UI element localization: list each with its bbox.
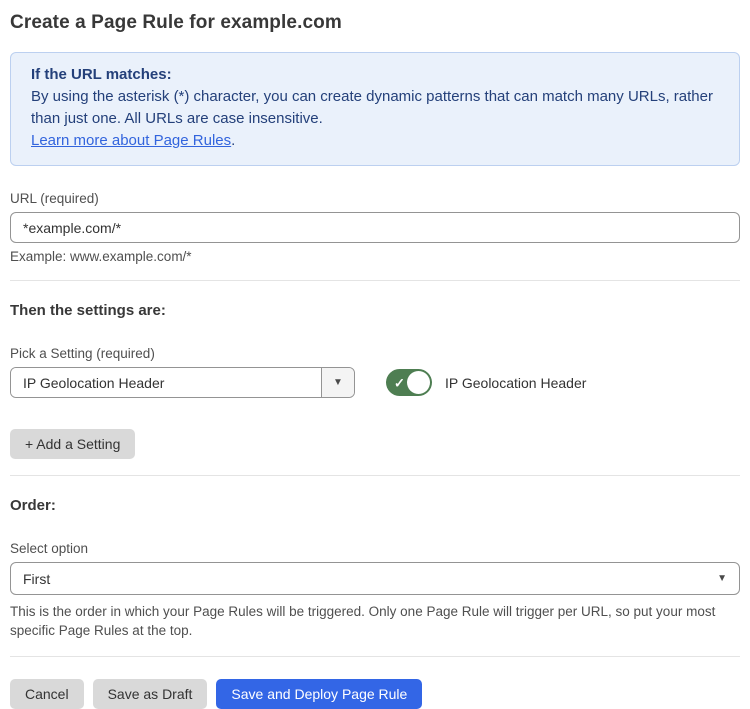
- learn-more-link[interactable]: Learn more about Page Rules: [31, 132, 231, 149]
- url-match-info-box: If the URL matches: By using the asteris…: [10, 52, 740, 166]
- info-box-heading: If the URL matches:: [31, 64, 719, 86]
- info-box-body: By using the asterisk (*) character, you…: [31, 86, 719, 130]
- footer-actions: Cancel Save as Draft Save and Deploy Pag…: [10, 679, 740, 709]
- settings-section-heading: Then the settings are:: [10, 302, 740, 319]
- toggle-group: ✓ IP Geolocation Header: [386, 369, 586, 396]
- save-and-deploy-button[interactable]: Save and Deploy Page Rule: [216, 679, 422, 709]
- chevron-down-icon: ▼: [333, 378, 343, 388]
- page-title: Create a Page Rule for example.com: [10, 12, 740, 34]
- add-setting-button[interactable]: + Add a Setting: [10, 429, 135, 459]
- link-suffix-period: .: [231, 132, 235, 149]
- check-icon: ✓: [394, 376, 405, 389]
- order-section-heading: Order:: [10, 497, 740, 514]
- order-select-value: First: [23, 571, 50, 587]
- url-example-help: Example: www.example.com/*: [10, 249, 740, 264]
- page-rule-form: Create a Page Rule for example.com If th…: [0, 0, 750, 709]
- footer-divider: [10, 656, 740, 657]
- order-help-text: This is the order in which your Page Rul…: [10, 602, 730, 640]
- section-divider: [10, 475, 740, 476]
- ip-geolocation-toggle[interactable]: ✓: [386, 369, 432, 396]
- save-as-draft-button[interactable]: Save as Draft: [93, 679, 208, 709]
- order-select-label: Select option: [10, 541, 740, 556]
- toggle-knob: [407, 371, 430, 394]
- section-divider: [10, 280, 740, 281]
- setting-row: IP Geolocation Header ▼ ✓ IP Geolocation…: [10, 367, 740, 398]
- setting-select[interactable]: IP Geolocation Header ▼: [10, 367, 355, 398]
- url-input[interactable]: [10, 212, 740, 243]
- info-box-link-line: Learn more about Page Rules.: [31, 130, 719, 152]
- pick-setting-label: Pick a Setting (required): [10, 346, 740, 361]
- order-select[interactable]: First ▼: [10, 562, 740, 595]
- toggle-label: IP Geolocation Header: [445, 375, 586, 391]
- setting-select-arrow-button[interactable]: ▼: [321, 368, 354, 397]
- setting-select-value: IP Geolocation Header: [11, 368, 321, 397]
- cancel-button[interactable]: Cancel: [10, 679, 84, 709]
- chevron-down-icon: ▼: [717, 574, 727, 584]
- url-field-label: URL (required): [10, 191, 740, 206]
